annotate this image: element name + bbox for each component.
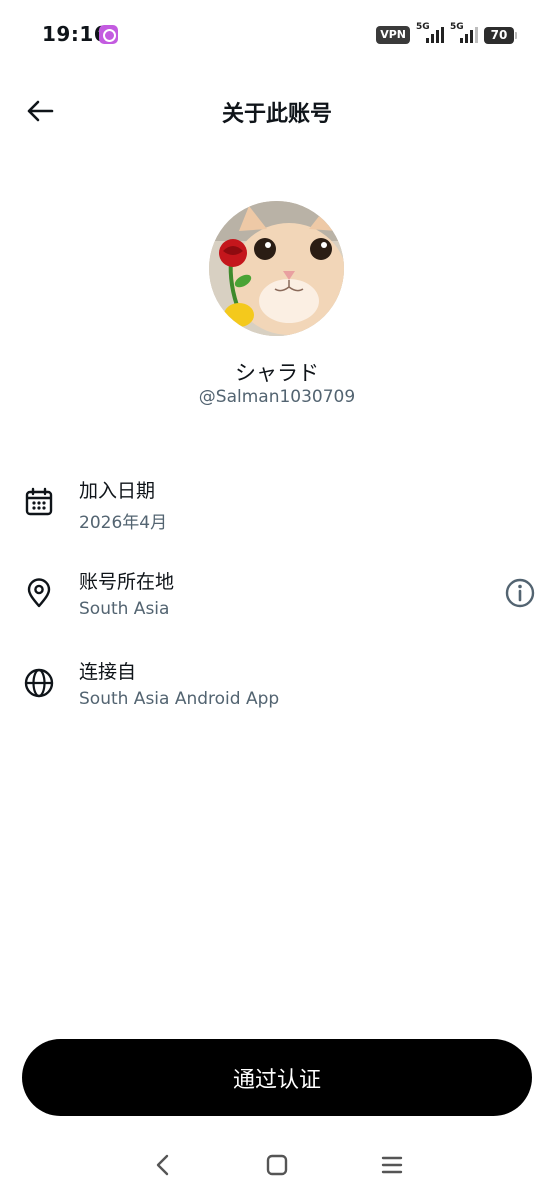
display-name: シャラド: [235, 361, 319, 385]
app-notification-icon: [99, 25, 118, 44]
chevron-left-icon[interactable]: [148, 1150, 178, 1180]
square-home-icon[interactable]: [262, 1150, 292, 1180]
globe-icon: [24, 668, 54, 698]
info-value-joined: 2026年4月: [79, 513, 168, 533]
info-row-location: 账号所在地 South Asia: [0, 561, 554, 631]
signal-icon: 5G: [450, 22, 478, 45]
status-icons: VPN 5G 5G 70: [376, 22, 517, 46]
page-title: 关于此账号: [221, 102, 332, 127]
calendar-icon: [25, 487, 53, 516]
info-row-joined: 加入日期 2026年4月: [0, 470, 554, 540]
info-title-joined: 加入日期: [79, 480, 156, 502]
info-circle-icon[interactable]: [504, 577, 536, 609]
header: 关于此账号: [0, 86, 554, 136]
vpn-badge: VPN: [376, 26, 410, 44]
status-bar: 19:16 VPN 5G 5G 70: [0, 0, 554, 70]
avatar[interactable]: [209, 201, 344, 336]
info-title-connected: 连接自: [79, 661, 137, 683]
info-title-location: 账号所在地: [79, 571, 175, 593]
location-pin-icon: [27, 578, 51, 608]
info-value-connected: South Asia Android App: [79, 689, 280, 709]
user-handle: @Salman1030709: [198, 387, 356, 407]
signal-icon: 5G: [416, 22, 444, 45]
menu-lines-icon[interactable]: [377, 1150, 407, 1180]
navigation-bar: [0, 1140, 554, 1190]
info-value-location: South Asia: [79, 599, 170, 619]
verify-button[interactable]: 通过认证: [22, 1039, 532, 1116]
cat-with-rose-avatar: [209, 201, 344, 336]
info-row-connected: 连接自 South Asia Android App: [0, 651, 554, 721]
battery-icon: 70: [484, 26, 517, 44]
